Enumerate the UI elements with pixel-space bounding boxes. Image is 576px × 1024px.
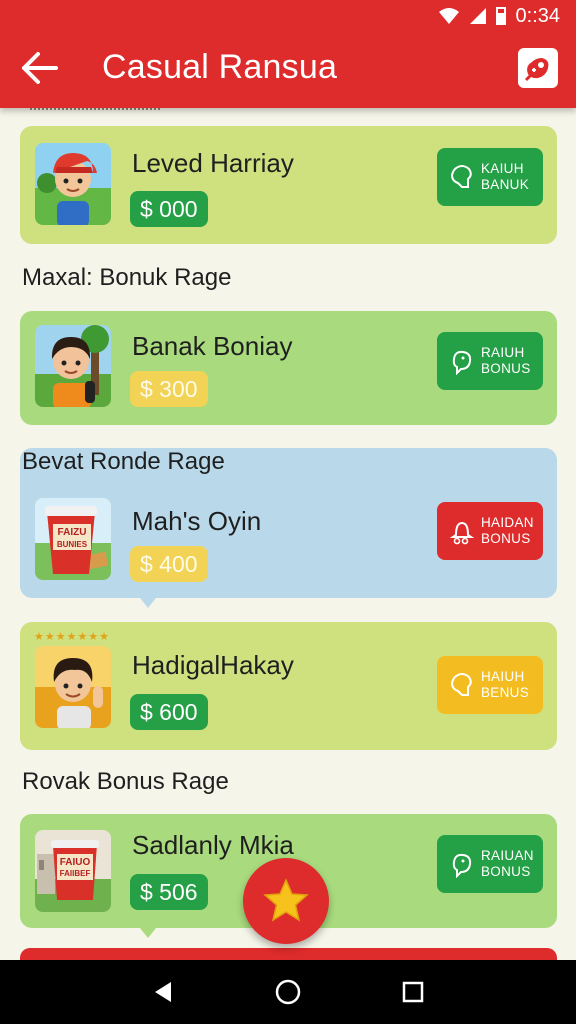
avatar-boy-waving xyxy=(35,646,111,728)
cup-text-line1: FAIUO xyxy=(60,857,91,868)
recents-square-icon xyxy=(403,981,424,1003)
claim-bonus-button[interactable]: KAIUH BANUK xyxy=(437,148,543,206)
battery-icon xyxy=(495,7,506,25)
claim-label-line1: HAIUH xyxy=(481,669,525,684)
cup-text-line1: FAIZU xyxy=(58,527,87,538)
system-nav-bar xyxy=(0,960,576,1024)
cup-building-image: FAIUO FAIIBEF xyxy=(35,830,111,912)
claim-bonus-button[interactable]: RAIUAN BONUS xyxy=(437,835,543,893)
card-title: Banak Boniay xyxy=(132,331,293,361)
card-pointer xyxy=(140,598,156,608)
claim-label-line1: HAIDAN xyxy=(481,515,534,530)
gift-icon xyxy=(524,58,549,82)
back-button[interactable] xyxy=(20,50,60,86)
nav-back-button[interactable] xyxy=(143,972,183,1012)
card-pointer xyxy=(140,928,156,938)
claim-bonus-button[interactable]: HAIDAN BONUS xyxy=(437,502,543,560)
claim-bonus-button[interactable]: HAIUH BENUS xyxy=(437,656,543,714)
claim-label-line1: KAIUH xyxy=(481,161,524,176)
cup-image: FAIZU BUNIES xyxy=(35,498,111,580)
amount-badge: $ 400 xyxy=(130,546,208,582)
amount-badge: $ 600 xyxy=(130,694,208,730)
claim-label-line2: BONUS xyxy=(481,361,531,376)
claim-label-line1: RAIUH xyxy=(481,345,525,360)
claim-label-line2: BONUS xyxy=(481,531,531,546)
card-title: Sadlanly Mkia xyxy=(132,830,294,860)
favorite-fab-button[interactable] xyxy=(243,858,329,944)
amount-badge: $ 300 xyxy=(130,371,208,407)
claim-label-line1: RAIUAN xyxy=(481,848,534,863)
bonus-card[interactable]: Banak Boniay $ 300 RAIUH BONUS xyxy=(20,311,557,425)
avatar-boy-microphone xyxy=(35,325,111,407)
status-bar: 0::34 xyxy=(438,4,560,28)
nav-recents-button[interactable] xyxy=(393,972,433,1012)
card-title: HadigalHakay xyxy=(132,650,294,680)
hand-icon xyxy=(450,673,472,696)
hand-icon xyxy=(450,165,472,188)
cup-text-line2: FAIIBEF xyxy=(60,869,91,878)
home-circle-icon xyxy=(275,979,301,1005)
bonus-card[interactable]: Leved Harriay $ 000 KAIUH BANUK xyxy=(20,126,557,244)
rating-stars: ★★★★★★★ xyxy=(34,631,111,643)
section-header: Bevat Ronde Rage xyxy=(22,448,225,475)
gift-button[interactable] xyxy=(518,48,558,88)
amount-badge: $ 000 xyxy=(130,191,208,227)
page-title: Casual Ransua xyxy=(102,48,338,86)
card-title: Mah's Oyin xyxy=(132,506,262,536)
star-icon xyxy=(263,878,309,922)
claim-label-line2: BONUS xyxy=(481,864,531,879)
back-triangle-icon xyxy=(154,982,171,1002)
previous-item-peek xyxy=(20,108,556,122)
avatar-boy-red-cap xyxy=(35,143,111,225)
bonus-card-highlighted[interactable]: Bevat Ronde Rage FAIZU BUNIES Mah's Oyin… xyxy=(20,448,557,598)
bird-icon xyxy=(452,853,472,878)
wifi-icon xyxy=(438,8,459,24)
bell-icon xyxy=(449,521,475,545)
claim-label-line2: BANUK xyxy=(481,177,530,192)
bonus-card[interactable]: ★★★★★★★ HadigalHakay $ 600 HAIUH BENUS xyxy=(20,622,557,750)
section-header: Rovak Bonus Rage xyxy=(22,768,229,795)
cup-text-line2: BUNIES xyxy=(57,540,88,549)
signal-icon xyxy=(469,8,486,24)
status-time: 0::34 xyxy=(515,4,560,27)
claim-label-line2: BENUS xyxy=(481,685,530,700)
nav-home-button[interactable] xyxy=(268,972,308,1012)
card-title: Leved Harriay xyxy=(132,148,294,178)
amount-badge: $ 506 xyxy=(130,874,208,910)
claim-bonus-button[interactable]: RAIUH BONUS xyxy=(437,332,543,390)
section-header: Maxal: Bonuk Rage xyxy=(22,264,232,291)
app-bar: 0::34 Casual Ransua xyxy=(0,0,576,108)
arrow-left-icon xyxy=(22,52,58,84)
bird-icon xyxy=(452,350,472,375)
